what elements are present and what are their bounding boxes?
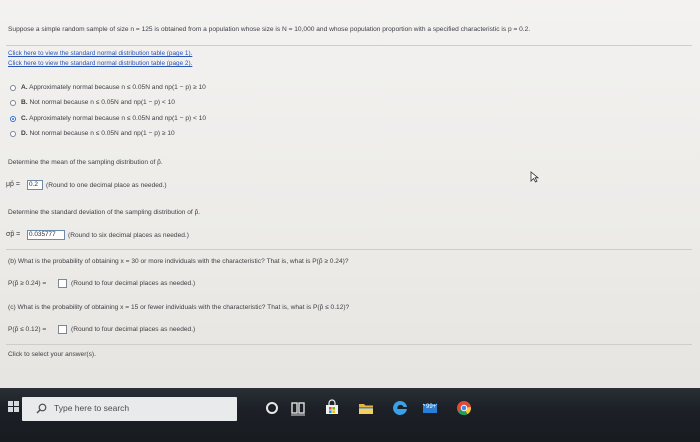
part-c-prompt: (c) What is the probability of obtaining… bbox=[8, 304, 350, 311]
edge-browser-icon[interactable] bbox=[390, 398, 410, 418]
mean-symbol: μp̂ = bbox=[6, 181, 20, 188]
radio-b[interactable] bbox=[10, 100, 16, 106]
store-icon[interactable] bbox=[322, 398, 342, 418]
divider bbox=[6, 344, 692, 345]
select-answer-instruction: Click to select your answer(s). bbox=[8, 351, 96, 358]
mouse-cursor-icon bbox=[530, 171, 539, 183]
part-c-expression: P(p̂ ≤ 0.12) = bbox=[8, 326, 47, 333]
radio-a[interactable] bbox=[10, 85, 16, 91]
task-view-icon[interactable] bbox=[288, 398, 308, 418]
divider bbox=[6, 249, 692, 250]
sd-hint: (Round to six decimal places as needed.) bbox=[68, 232, 189, 239]
mean-prompt: Determine the mean of the sampling distr… bbox=[8, 159, 163, 166]
option-text: Not normal because n ≤ 0.05N and np(1 − … bbox=[29, 130, 175, 137]
option-text: Approximately normal because n ≤ 0.05N a… bbox=[29, 84, 206, 91]
mean-hint: (Round to one decimal place as needed.) bbox=[46, 182, 167, 189]
file-explorer-icon[interactable] bbox=[356, 398, 376, 418]
option-letter: D. bbox=[21, 130, 28, 137]
option-letter: A. bbox=[21, 84, 28, 91]
search-placeholder: Type here to search bbox=[54, 403, 130, 413]
mean-answer-box[interactable]: 0.2 bbox=[27, 180, 43, 190]
radio-d[interactable] bbox=[10, 131, 16, 137]
part-b-expression: P(p̂ ≥ 0.24) = bbox=[8, 280, 47, 287]
radio-c-selected[interactable] bbox=[10, 116, 16, 122]
taskbar-search-box[interactable]: Type here to search bbox=[22, 397, 237, 421]
cortana-icon[interactable] bbox=[262, 398, 282, 418]
part-c-answer-box[interactable] bbox=[58, 325, 67, 334]
option-letter: C. bbox=[21, 115, 28, 122]
option-text: Not normal because n ≤ 0.05N and np(1 − … bbox=[29, 99, 175, 106]
chrome-browser-icon[interactable] bbox=[454, 398, 474, 418]
part-b-prompt: (b) What is the probability of obtaining… bbox=[8, 258, 349, 265]
question-intro: Suppose a simple random sample of size n… bbox=[8, 26, 531, 33]
part-b-answer-box[interactable] bbox=[58, 279, 67, 288]
normal-table-link-page-1[interactable]: Click here to view the standard normal d… bbox=[8, 50, 192, 57]
taskbar: Type here to search 99+ bbox=[0, 388, 700, 442]
normal-table-link-page-2[interactable]: Click here to view the standard normal d… bbox=[8, 60, 192, 67]
sd-answer-box[interactable]: 0.035777 bbox=[27, 230, 65, 240]
divider bbox=[6, 45, 692, 46]
option-letter: B. bbox=[21, 99, 28, 106]
question-page: Suppose a simple random sample of size n… bbox=[0, 0, 700, 400]
mail-badge: 99+ bbox=[425, 404, 438, 410]
search-icon bbox=[36, 403, 47, 414]
part-b-hint: (Round to four decimal places as needed.… bbox=[71, 280, 196, 287]
sd-prompt: Determine the standard deviation of the … bbox=[8, 209, 201, 216]
part-c-hint: (Round to four decimal places as needed.… bbox=[71, 326, 196, 333]
option-text: Approximately normal because n ≤ 0.05N a… bbox=[29, 115, 207, 122]
sd-symbol: σp̂ = bbox=[6, 231, 21, 238]
